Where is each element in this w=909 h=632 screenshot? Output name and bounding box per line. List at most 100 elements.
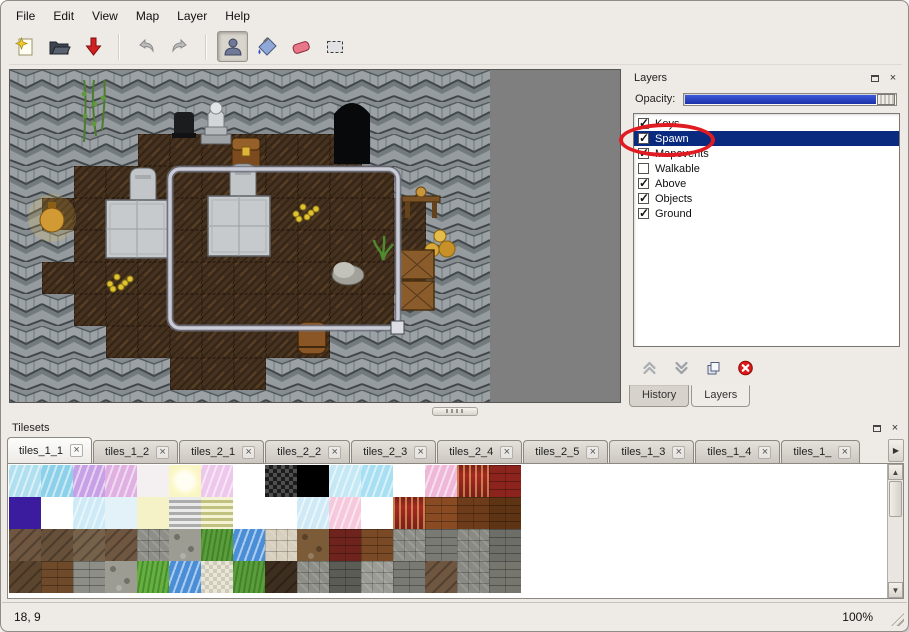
tileset-tile[interactable] bbox=[105, 529, 137, 561]
tileset-tile[interactable] bbox=[105, 561, 137, 593]
tileset-tab-tiles_1_3[interactable]: tiles_1_3× bbox=[609, 440, 694, 463]
tab-close-icon[interactable]: × bbox=[328, 446, 341, 459]
save-map-button[interactable] bbox=[77, 31, 108, 62]
tab-close-icon[interactable]: × bbox=[672, 446, 685, 459]
tileset-tile[interactable] bbox=[265, 497, 297, 529]
tileset-tile[interactable] bbox=[393, 529, 425, 561]
tileset-tile[interactable] bbox=[9, 561, 41, 593]
tileset-tile[interactable] bbox=[393, 465, 425, 497]
tileset-tile[interactable] bbox=[297, 465, 329, 497]
tileset-tab-tiles_1_1[interactable]: tiles_1_1× bbox=[7, 437, 92, 463]
tileset-tile[interactable] bbox=[137, 465, 169, 497]
layer-visibility-checkbox[interactable] bbox=[638, 133, 649, 144]
menu-item-view[interactable]: View bbox=[83, 6, 127, 26]
tileset-tile[interactable] bbox=[329, 529, 361, 561]
tileset-tile[interactable] bbox=[457, 497, 489, 529]
tileset-tab-tiles_2_2[interactable]: tiles_2_2× bbox=[265, 440, 350, 463]
menu-item-file[interactable]: File bbox=[7, 6, 44, 26]
tileset-tile[interactable] bbox=[105, 497, 137, 529]
tileset-tile[interactable] bbox=[425, 465, 457, 497]
tileset-tile[interactable] bbox=[265, 561, 297, 593]
tileset-tile[interactable] bbox=[201, 561, 233, 593]
duplicate-layer-button[interactable] bbox=[703, 358, 723, 378]
layer-row-keys[interactable]: Keys bbox=[634, 116, 899, 131]
tileset-tile[interactable] bbox=[457, 561, 489, 593]
tab-close-icon[interactable]: × bbox=[156, 446, 169, 459]
scroll-up-icon[interactable]: ▲ bbox=[888, 464, 903, 480]
tileset-tab-tiles_2_4[interactable]: tiles_2_4× bbox=[437, 440, 522, 463]
tileset-tile[interactable] bbox=[393, 497, 425, 529]
tileset-tile[interactable] bbox=[41, 497, 73, 529]
lower-layer-button[interactable] bbox=[671, 358, 691, 378]
tileset-tile[interactable] bbox=[425, 561, 457, 593]
tileset-tile[interactable] bbox=[137, 561, 169, 593]
tileset-tile[interactable] bbox=[457, 465, 489, 497]
tileset-tile[interactable] bbox=[41, 465, 73, 497]
map-canvas[interactable] bbox=[10, 70, 490, 403]
layer-visibility-checkbox[interactable] bbox=[638, 208, 649, 219]
dock-tab-history[interactable]: History bbox=[629, 385, 689, 407]
tileset-tile[interactable] bbox=[169, 561, 201, 593]
menu-item-help[interactable]: Help bbox=[216, 6, 259, 26]
tileset-tile[interactable] bbox=[361, 561, 393, 593]
layer-row-mapevents[interactable]: Mapevents bbox=[634, 146, 899, 161]
tilesets-close-button[interactable]: × bbox=[888, 422, 902, 435]
tab-close-icon[interactable]: × bbox=[500, 446, 513, 459]
tileset-tile[interactable] bbox=[361, 465, 393, 497]
tab-close-icon[interactable]: × bbox=[242, 446, 255, 459]
tileset-tile[interactable] bbox=[233, 561, 265, 593]
tileset-tile[interactable] bbox=[265, 465, 297, 497]
tileset-tile[interactable] bbox=[329, 497, 361, 529]
layer-visibility-checkbox[interactable] bbox=[638, 118, 649, 129]
fill-tool-button[interactable] bbox=[251, 31, 282, 62]
tileset-tile[interactable] bbox=[169, 465, 201, 497]
tileset-tile[interactable] bbox=[297, 497, 329, 529]
tileset-tile[interactable] bbox=[41, 561, 73, 593]
tab-scroll-right-button[interactable]: ▶ bbox=[888, 439, 904, 462]
tileset-tile[interactable] bbox=[169, 497, 201, 529]
tileset-tile[interactable] bbox=[9, 529, 41, 561]
scrollbar-track[interactable] bbox=[888, 518, 903, 582]
tab-close-icon[interactable]: × bbox=[838, 446, 851, 459]
tileset-tile[interactable] bbox=[9, 497, 41, 529]
tileset-tile[interactable] bbox=[137, 497, 169, 529]
layer-row-ground[interactable]: Ground bbox=[634, 206, 899, 221]
tileset-tile[interactable] bbox=[233, 529, 265, 561]
tileset-tab-tiles_1_[interactable]: tiles_1_× bbox=[781, 440, 860, 463]
open-map-button[interactable] bbox=[43, 31, 74, 62]
tileset-tab-tiles_2_5[interactable]: tiles_2_5× bbox=[523, 440, 608, 463]
layer-row-above[interactable]: Above bbox=[634, 176, 899, 191]
new-map-button[interactable] bbox=[9, 31, 40, 62]
horizontal-splitter[interactable] bbox=[5, 405, 904, 417]
tileset-tile[interactable] bbox=[9, 465, 41, 497]
layer-row-objects[interactable]: Objects bbox=[634, 191, 899, 206]
resize-grip[interactable] bbox=[891, 613, 904, 626]
tileset-tile[interactable] bbox=[201, 529, 233, 561]
tileset-tile[interactable] bbox=[361, 529, 393, 561]
layer-visibility-checkbox[interactable] bbox=[638, 193, 649, 204]
map-view[interactable] bbox=[9, 69, 621, 403]
tileset-tile[interactable] bbox=[457, 529, 489, 561]
tileset-tab-tiles_2_1[interactable]: tiles_2_1× bbox=[179, 440, 264, 463]
redo-button[interactable] bbox=[164, 31, 195, 62]
layer-row-spawn[interactable]: Spawn bbox=[634, 131, 899, 146]
dock-tab-layers[interactable]: Layers bbox=[691, 385, 750, 407]
tab-close-icon[interactable]: × bbox=[414, 446, 427, 459]
scroll-down-icon[interactable]: ▼ bbox=[888, 582, 903, 598]
opacity-handle[interactable] bbox=[877, 94, 895, 105]
tileset-tile[interactable] bbox=[489, 497, 521, 529]
tileset-tile[interactable] bbox=[329, 561, 361, 593]
tileset-tile[interactable] bbox=[361, 497, 393, 529]
opacity-slider[interactable] bbox=[683, 93, 897, 106]
tileset-tile[interactable] bbox=[201, 497, 233, 529]
tilesets-float-button[interactable] bbox=[870, 422, 884, 435]
tileset-tile[interactable] bbox=[425, 497, 457, 529]
tileset-tile[interactable] bbox=[489, 529, 521, 561]
tileset-tile[interactable] bbox=[233, 465, 265, 497]
tab-close-icon[interactable]: × bbox=[758, 446, 771, 459]
menu-item-edit[interactable]: Edit bbox=[44, 6, 83, 26]
scrollbar-thumb[interactable] bbox=[889, 481, 902, 517]
layers-close-button[interactable]: × bbox=[886, 72, 900, 85]
tileset-tile[interactable] bbox=[265, 529, 297, 561]
layer-visibility-checkbox[interactable] bbox=[638, 148, 649, 159]
